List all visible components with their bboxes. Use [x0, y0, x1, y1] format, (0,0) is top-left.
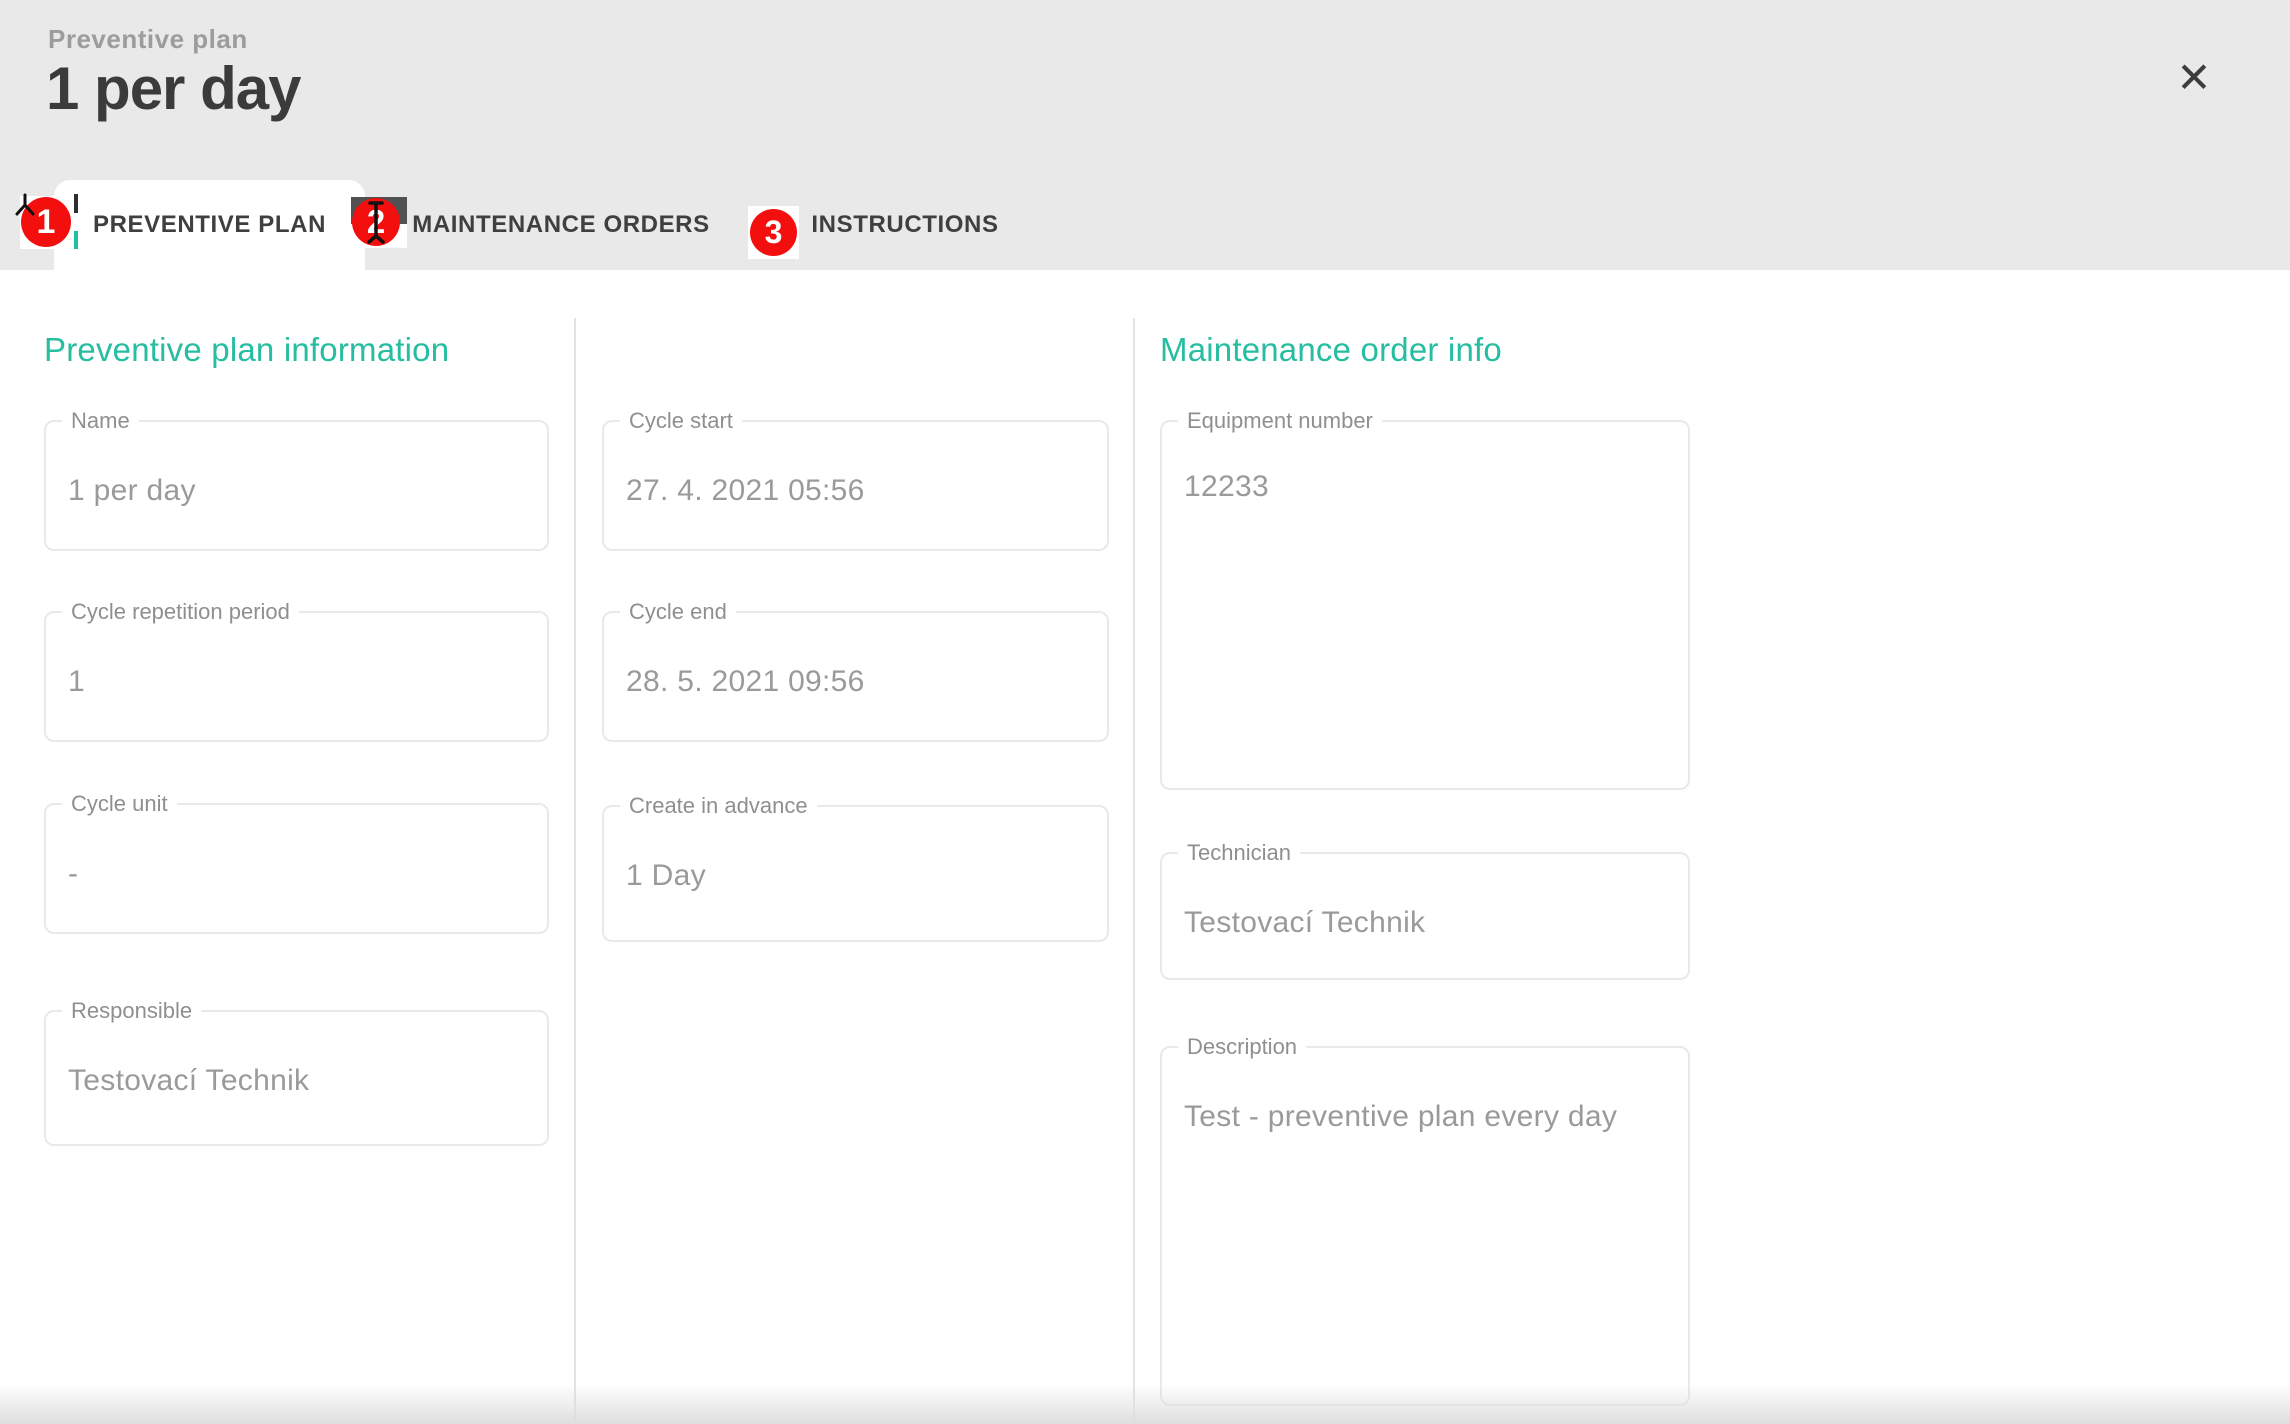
column-divider [574, 318, 576, 1424]
field-value: Testovací Technik [1162, 854, 1688, 940]
bottom-fade-overlay [0, 1384, 2290, 1424]
artifact-dark-sliver [74, 194, 78, 213]
artifact-teal-sliver [74, 231, 78, 249]
close-button[interactable]: ✕ [2164, 48, 2224, 108]
tab-label: INSTRUCTIONS [811, 211, 998, 238]
column-divider [1133, 318, 1135, 1424]
field-label: Cycle repetition period [62, 599, 299, 625]
field-cycle-start[interactable]: Cycle start 27. 4. 2021 05:56 [602, 420, 1109, 551]
field-value: 1 Day [604, 807, 1107, 893]
cursor-artifact-icon [12, 192, 38, 218]
field-value: 1 per day [46, 422, 547, 508]
tab-instructions[interactable]: INSTRUCTIONS [775, 180, 1035, 270]
tab-label: PREVENTIVE PLAN [93, 211, 326, 238]
field-label: Description [1178, 1034, 1306, 1060]
badge-number: 3 [750, 209, 797, 256]
field-create-in-advance[interactable]: Create in advance 1 Day [602, 805, 1109, 942]
field-value: 27. 4. 2021 05:56 [604, 422, 1107, 508]
field-label: Equipment number [1178, 408, 1382, 434]
field-label: Name [62, 408, 139, 434]
tab-label: MAINTENANCE ORDERS [412, 211, 709, 238]
field-value: 1 [46, 613, 547, 699]
field-label: Cycle unit [62, 791, 177, 817]
field-name[interactable]: Name 1 per day [44, 420, 549, 551]
field-value: Testovací Technik [46, 1012, 547, 1098]
field-label: Cycle start [620, 408, 742, 434]
header-subtitle: Preventive plan [48, 24, 248, 55]
field-label: Cycle end [620, 599, 736, 625]
field-technician[interactable]: Technician Testovací Technik [1160, 852, 1690, 980]
section-heading-maintenance-order-info: Maintenance order info [1160, 331, 1502, 369]
field-label: Responsible [62, 998, 201, 1024]
field-label: Technician [1178, 840, 1300, 866]
field-value: - [46, 805, 547, 891]
field-label: Create in advance [620, 793, 817, 819]
field-description[interactable]: Description Test - preventive plan every… [1160, 1046, 1690, 1406]
tab-preventive-plan[interactable]: PREVENTIVE PLAN [54, 180, 365, 270]
field-cycle-unit[interactable]: Cycle unit - [44, 803, 549, 934]
page-title: 1 per day [46, 54, 300, 123]
field-cycle-end[interactable]: Cycle end 28. 5. 2021 09:56 [602, 611, 1109, 742]
field-equipment-number[interactable]: Equipment number 12233 [1160, 420, 1690, 790]
field-cycle-repetition-period[interactable]: Cycle repetition period 1 [44, 611, 549, 742]
section-heading-preventive-plan-information: Preventive plan information [44, 331, 449, 369]
tab-maintenance-orders[interactable]: MAINTENANCE ORDERS [365, 180, 757, 270]
ibeam-cursor-icon [366, 200, 386, 244]
field-value: 12233 [1162, 422, 1688, 504]
field-responsible[interactable]: Responsible Testovací Technik [44, 1010, 549, 1146]
field-value: 28. 5. 2021 09:56 [604, 613, 1107, 699]
preventive-plan-modal: Preventive plan 1 per day ✕ PREVENTIVE P… [0, 0, 2290, 1424]
close-icon: ✕ [2176, 57, 2211, 99]
step-badge-3: 3 [748, 206, 799, 259]
field-value: Test - preventive plan every day [1162, 1048, 1688, 1134]
